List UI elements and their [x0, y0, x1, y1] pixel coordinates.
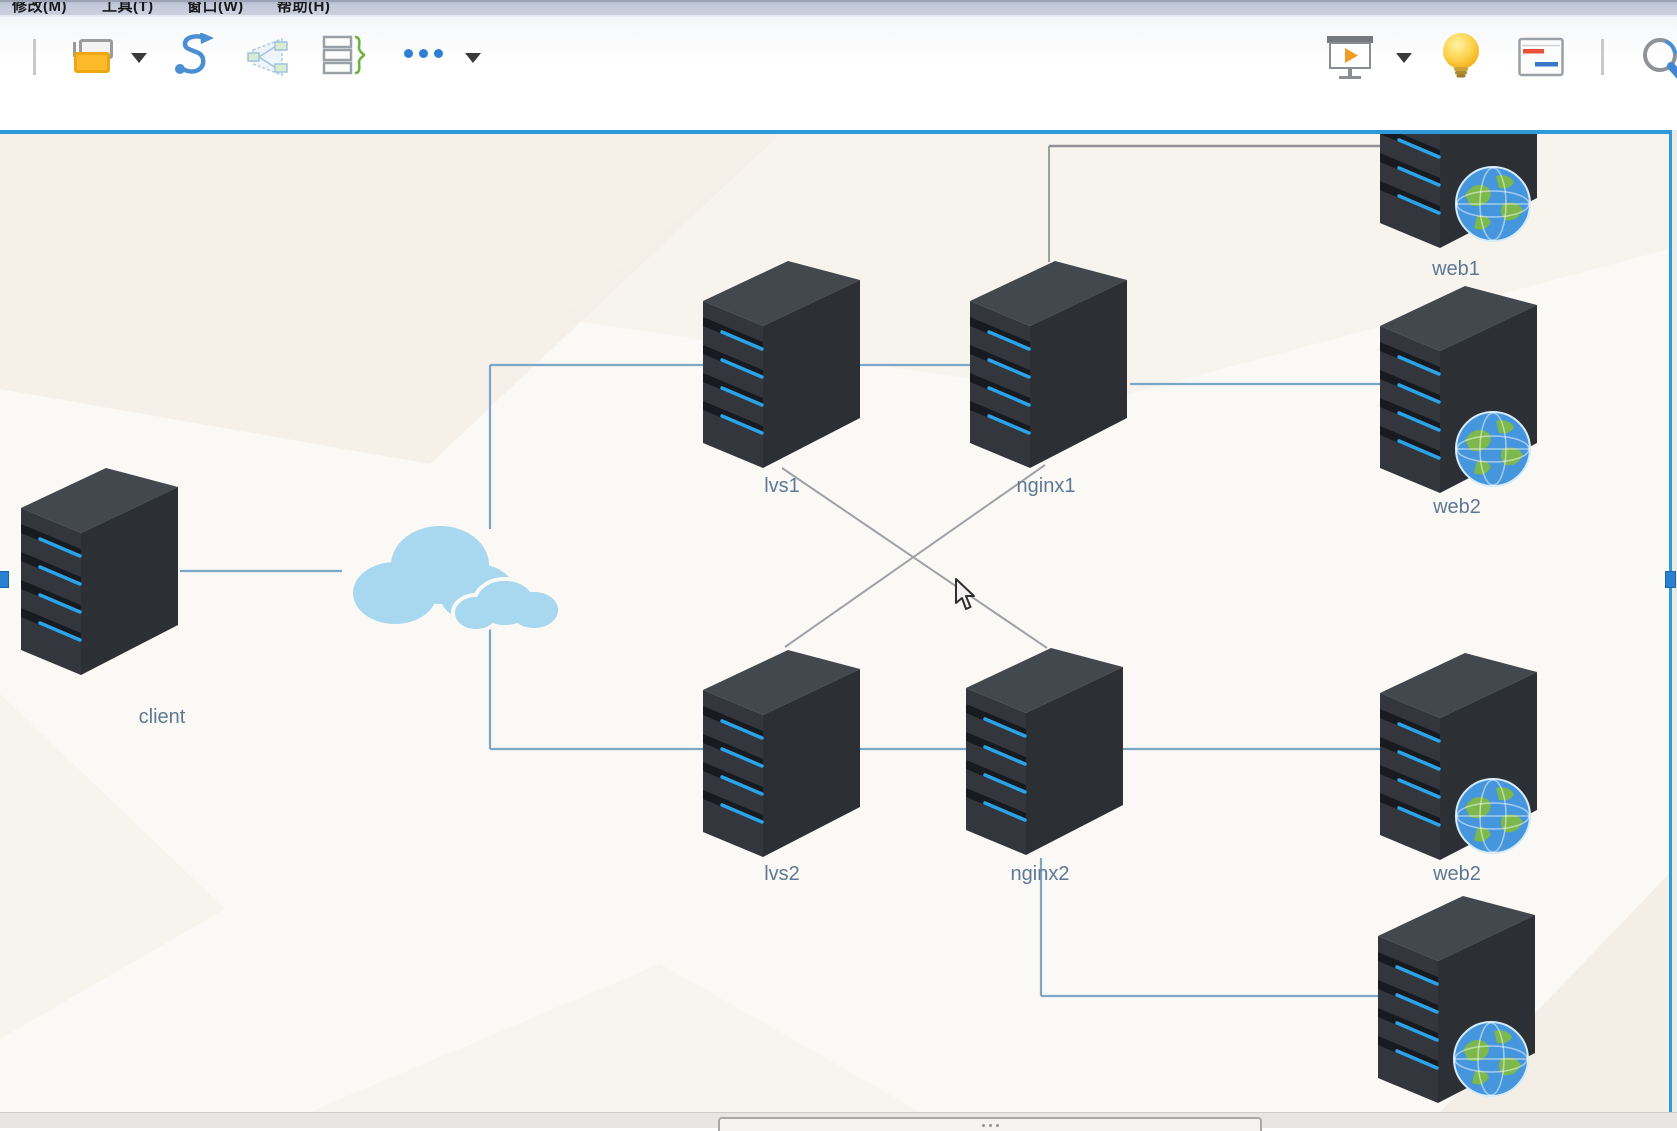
presentation-play-icon	[1326, 34, 1374, 82]
node-nginx2[interactable]	[963, 645, 1126, 857]
drawing-canvas[interactable]: client lvs1 nginx1 lvs2 nginx2 web1 web2…	[0, 134, 1669, 1112]
server-shape	[967, 258, 1130, 470]
selection-handle-right[interactable]	[1665, 571, 1676, 588]
horizontal-scrollbar-thumb[interactable]	[718, 1117, 1262, 1131]
theme-style-dropdown-caret[interactable]	[131, 53, 147, 63]
node-label-nginx1: nginx1	[1017, 475, 1076, 498]
menu-tools[interactable]: 工具(T)	[102, 0, 154, 16]
report-window-button[interactable]	[1518, 37, 1564, 82]
more-dots-icon	[404, 49, 413, 58]
node-web2-top[interactable]	[1377, 283, 1540, 495]
more-options-button[interactable]	[404, 49, 443, 58]
server-shape	[700, 258, 863, 470]
connector-curve-icon	[172, 33, 218, 79]
list-brace-icon	[322, 35, 368, 77]
scroll-grip-icon	[982, 1124, 985, 1127]
server-shape	[700, 647, 863, 859]
node-label-web2-bottom: web2	[1433, 863, 1481, 886]
zoom-search-button[interactable]	[1638, 33, 1677, 92]
diagram-app-window: { "window": { "menu_items": ["修改(M)", "工…	[0, 0, 1677, 1127]
horizontal-scrollbar-track[interactable]	[0, 1112, 1677, 1128]
node-web1[interactable]	[1377, 134, 1540, 250]
selection-handle-left[interactable]	[0, 571, 9, 588]
list-brace-button[interactable]	[322, 35, 368, 82]
node-label-web2-top: web2	[1433, 496, 1481, 519]
globe-icon	[1453, 409, 1533, 489]
connector-curve-button[interactable]	[172, 33, 218, 84]
node-label-lvs2: lvs2	[764, 863, 800, 886]
node-label-web1: web1	[1432, 258, 1480, 281]
presentation-button[interactable]	[1326, 34, 1374, 87]
mouse-cursor	[953, 578, 981, 617]
org-structure-button[interactable]	[246, 37, 290, 82]
node-label-lvs1: lvs1	[764, 475, 800, 498]
toolbar-separator	[1601, 39, 1604, 75]
idea-bulb-button[interactable]	[1440, 32, 1482, 85]
node-web2-bottom[interactable]	[1377, 650, 1540, 862]
node-lvs1[interactable]	[700, 258, 863, 470]
theme-style-button[interactable]	[66, 37, 114, 77]
server-shape	[18, 465, 181, 677]
globe-icon	[1451, 1019, 1531, 1099]
menu-modify[interactable]: 修改(M)	[12, 0, 67, 16]
window-top-edge	[0, 0, 1677, 2]
more-options-dropdown-caret[interactable]	[465, 53, 481, 63]
globe-icon	[1453, 164, 1533, 244]
menu-help[interactable]: 帮助(H)	[277, 0, 330, 16]
canvas-right-margin	[1672, 130, 1677, 1112]
page-right-border	[1669, 130, 1672, 1112]
node-label-client: client	[139, 706, 186, 729]
presentation-dropdown-caret[interactable]	[1396, 53, 1412, 63]
report-window-icon	[1518, 37, 1564, 77]
globe-icon	[1453, 776, 1533, 856]
toolbar-separator	[33, 39, 36, 75]
internet-cloud[interactable]	[337, 505, 563, 650]
node-web3[interactable]	[1375, 893, 1538, 1105]
zoom-search-icon	[1638, 33, 1677, 87]
node-lvs2[interactable]	[700, 647, 863, 859]
node-nginx1[interactable]	[967, 258, 1130, 470]
menu-bar: 修改(M) 工具(T) 窗口(W) 帮助(H)	[0, 0, 1677, 17]
org-structure-icon	[246, 37, 290, 77]
node-label-nginx2: nginx2	[1011, 863, 1070, 886]
server-shape	[963, 645, 1126, 857]
idea-bulb-icon	[1440, 32, 1482, 80]
menu-window[interactable]: 窗口(W)	[187, 0, 244, 16]
toolbar	[0, 17, 1677, 130]
node-client[interactable]	[18, 465, 181, 677]
